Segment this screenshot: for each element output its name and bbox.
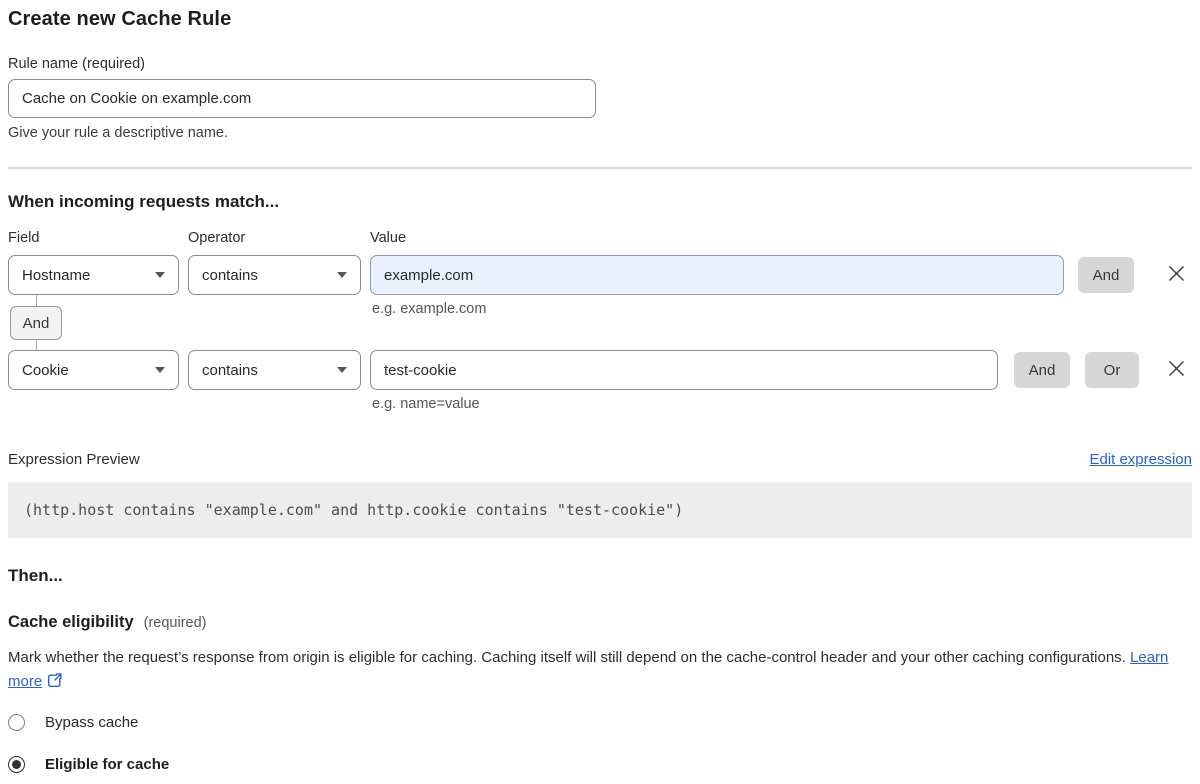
edit-expression-link[interactable]: Edit expression [1089, 451, 1192, 468]
create-cache-rule-page: Create new Cache Rule Rule name (require… [0, 0, 1200, 773]
description-text: Mark whether the request’s response from… [8, 649, 1126, 666]
radio-label[interactable]: Bypass cache [45, 714, 138, 731]
condition-column-labels: Field Operator Value [8, 230, 1192, 246]
match-heading: When incoming requests match... [8, 191, 1192, 212]
radio-dot [12, 760, 21, 769]
chevron-down-icon [337, 367, 347, 373]
remove-condition-button[interactable] [1167, 264, 1186, 283]
rule-name-label: Rule name (required) [8, 56, 1192, 72]
operator-select[interactable]: contains [188, 350, 361, 390]
remove-condition-button[interactable] [1167, 359, 1186, 378]
connector-and-button[interactable]: And [10, 306, 62, 340]
rule-name-input[interactable] [8, 79, 596, 118]
value-hint: e.g. example.com [372, 301, 486, 317]
section-divider [8, 167, 1192, 169]
close-icon [1167, 359, 1186, 378]
field-select-value: Cookie [22, 362, 69, 379]
chevron-down-icon [155, 367, 165, 373]
value-hint: e.g. name=value [372, 396, 480, 412]
radio-button-icon[interactable] [8, 714, 25, 731]
chevron-down-icon [337, 272, 347, 278]
required-badge: (required) [144, 615, 207, 631]
radio-option-eligible-for-cache[interactable]: Eligible for cache [8, 756, 1192, 773]
cache-eligibility-title: Cache eligibility [8, 613, 134, 632]
cache-eligibility-heading: Cache eligibility (required) [8, 613, 1192, 632]
field-select-value: Hostname [22, 267, 90, 284]
rule-name-help: Give your rule a descriptive name. [8, 125, 1192, 141]
close-icon [1167, 264, 1186, 283]
external-link-icon [47, 672, 62, 696]
then-heading: Then... [8, 566, 1192, 586]
field-select[interactable]: Cookie [8, 350, 179, 390]
connector-line [36, 340, 37, 350]
operator-select-value: contains [202, 362, 258, 379]
operator-select[interactable]: contains [188, 255, 361, 295]
radio-label[interactable]: Eligible for cache [45, 756, 169, 773]
field-select[interactable]: Hostname [8, 255, 179, 295]
condition-row: Cookie contains e.g. name=value And Or [8, 350, 1192, 390]
condition-row: Hostname contains e.g. example.com And [8, 255, 1192, 295]
value-input[interactable] [370, 350, 998, 390]
or-button[interactable]: Or [1085, 352, 1139, 388]
operator-column-label: Operator [188, 230, 370, 246]
page-title: Create new Cache Rule [8, 7, 1192, 31]
connector-line [36, 295, 37, 306]
radio-option-bypass-cache[interactable]: Bypass cache [8, 714, 1192, 731]
radio-button-icon[interactable] [8, 756, 25, 773]
value-column-label: Value [370, 230, 406, 246]
field-column-label: Field [8, 230, 188, 246]
expression-code: (http.host contains "example.com" and ht… [8, 482, 1192, 538]
and-button[interactable]: And [1078, 257, 1134, 293]
expression-preview-label: Expression Preview [8, 451, 140, 468]
operator-select-value: contains [202, 267, 258, 284]
condition-connector: And [8, 295, 78, 350]
cache-eligibility-description: Mark whether the request’s response from… [8, 646, 1184, 696]
and-button[interactable]: And [1014, 352, 1070, 388]
value-input[interactable] [370, 255, 1064, 295]
chevron-down-icon [155, 272, 165, 278]
